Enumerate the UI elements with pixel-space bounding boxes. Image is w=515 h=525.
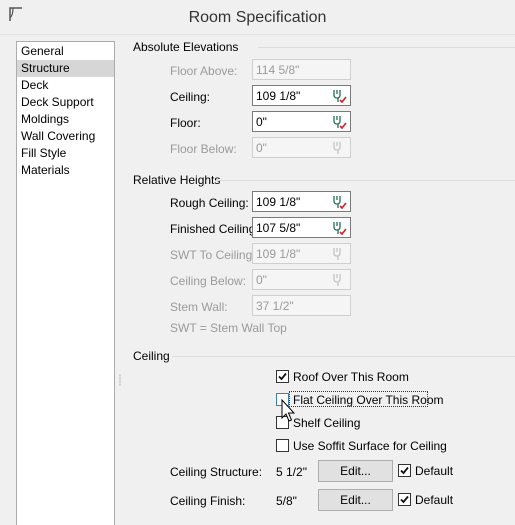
rough-ceiling-field[interactable]: 109 1/8" — [252, 191, 351, 212]
calculator-icon — [333, 248, 341, 260]
checkbox-box[interactable] — [398, 493, 411, 506]
section-divider — [172, 356, 515, 357]
default-label: Default — [415, 464, 454, 478]
calculator-icon[interactable] — [331, 88, 347, 104]
nav-item-general[interactable]: General — [17, 43, 114, 60]
nav-item-moldings[interactable]: Moldings — [17, 111, 114, 128]
ceiling-structure-value: 5 1/2" — [276, 465, 307, 479]
checkbox-box[interactable] — [276, 439, 289, 452]
title-bar: Room Specification — [0, 0, 515, 35]
nav-item-fill-style[interactable]: Fill Style — [17, 145, 114, 162]
ceiling-finish-edit-button[interactable]: Edit... — [318, 489, 393, 511]
calculator-icon — [333, 274, 341, 286]
floor-label: Floor: — [170, 116, 201, 130]
splitter-grip[interactable] — [119, 374, 121, 386]
ceiling-below-value: 0" — [256, 273, 267, 287]
window-title: Room Specification — [188, 9, 327, 26]
calculator-icon[interactable] — [331, 220, 347, 236]
swt-to-ceiling-value: 109 1/8" — [256, 247, 301, 261]
swt-to-ceiling-label: SWT To Ceiling: — [170, 248, 256, 262]
nav-item-structure[interactable]: Structure — [17, 60, 114, 77]
floor-below-field: 0" — [252, 137, 351, 158]
finished-ceiling-label: Finished Ceiling: — [170, 222, 259, 236]
rough-ceiling-label: Rough Ceiling: — [170, 196, 249, 210]
nav-item-deck[interactable]: Deck — [17, 77, 114, 94]
rough-ceiling-value: 109 1/8" — [256, 195, 301, 209]
floor-above-field: 114 5/8" — [252, 59, 351, 80]
mouse-cursor-icon — [281, 399, 295, 422]
stem-wall-field: 37 1/2" — [252, 295, 351, 316]
checkmark-icon — [400, 466, 409, 475]
checkbox-box[interactable] — [398, 464, 411, 477]
floor-above-value: 114 5/8" — [256, 63, 300, 77]
default-label: Default — [415, 493, 454, 507]
nav-item-deck-support[interactable]: Deck Support — [17, 94, 114, 111]
floor-below-value: 0" — [256, 141, 267, 155]
ceiling-field[interactable]: 109 1/8" — [252, 85, 351, 106]
swt-note: SWT = Stem Wall Top — [170, 321, 287, 335]
swt-to-ceiling-field: 109 1/8" — [252, 243, 351, 264]
nav-item-wall-covering[interactable]: Wall Covering — [17, 128, 114, 145]
stem-wall-label: Stem Wall: — [170, 300, 228, 314]
ceiling-structure-label: Ceiling Structure: — [170, 465, 263, 479]
stem-wall-value: 37 1/2" — [256, 299, 294, 313]
finished-ceiling-value: 107 5/8" — [256, 221, 301, 235]
floor-field[interactable]: 0" — [252, 111, 351, 132]
category-list[interactable]: General Structure Deck Deck Support Mold… — [16, 41, 115, 525]
calculator-icon[interactable] — [331, 194, 347, 210]
ceiling-below-field: 0" — [252, 269, 351, 290]
floor-above-label: Floor Above: — [170, 64, 238, 78]
ceiling-finish-label: Ceiling Finish: — [170, 494, 246, 508]
ceiling-label: Ceiling: — [170, 90, 211, 104]
ceiling-finish-value: 5/8" — [276, 494, 297, 508]
checkmark-icon — [278, 372, 287, 381]
absolute-elevations-heading: Absolute Elevations — [133, 40, 239, 54]
soffit-surface-label: Use Soffit Surface for Ceiling — [293, 439, 447, 453]
calculator-icon[interactable] — [331, 114, 347, 130]
ceiling-heading: Ceiling — [133, 349, 170, 363]
ceiling-below-label: Ceiling Below: — [170, 274, 247, 288]
calculator-icon — [333, 142, 341, 154]
ceiling-structure-edit-button[interactable]: Edit... — [318, 460, 393, 482]
finished-ceiling-field[interactable]: 107 5/8" — [252, 217, 351, 238]
section-divider — [216, 180, 515, 181]
checkbox-box[interactable] — [276, 370, 289, 383]
floor-value: 0" — [256, 115, 267, 129]
focus-rectangle — [289, 391, 428, 407]
section-divider — [258, 47, 515, 48]
ceiling-value: 109 1/8" — [256, 89, 301, 103]
relative-heights-heading: Relative Heights — [133, 173, 221, 187]
roof-over-room-label: Roof Over This Room — [293, 370, 409, 384]
nav-item-materials[interactable]: Materials — [17, 162, 114, 179]
floor-below-label: Floor Below: — [170, 142, 237, 156]
checkmark-icon — [400, 495, 409, 504]
shelf-ceiling-label: Shelf Ceiling — [293, 416, 361, 430]
